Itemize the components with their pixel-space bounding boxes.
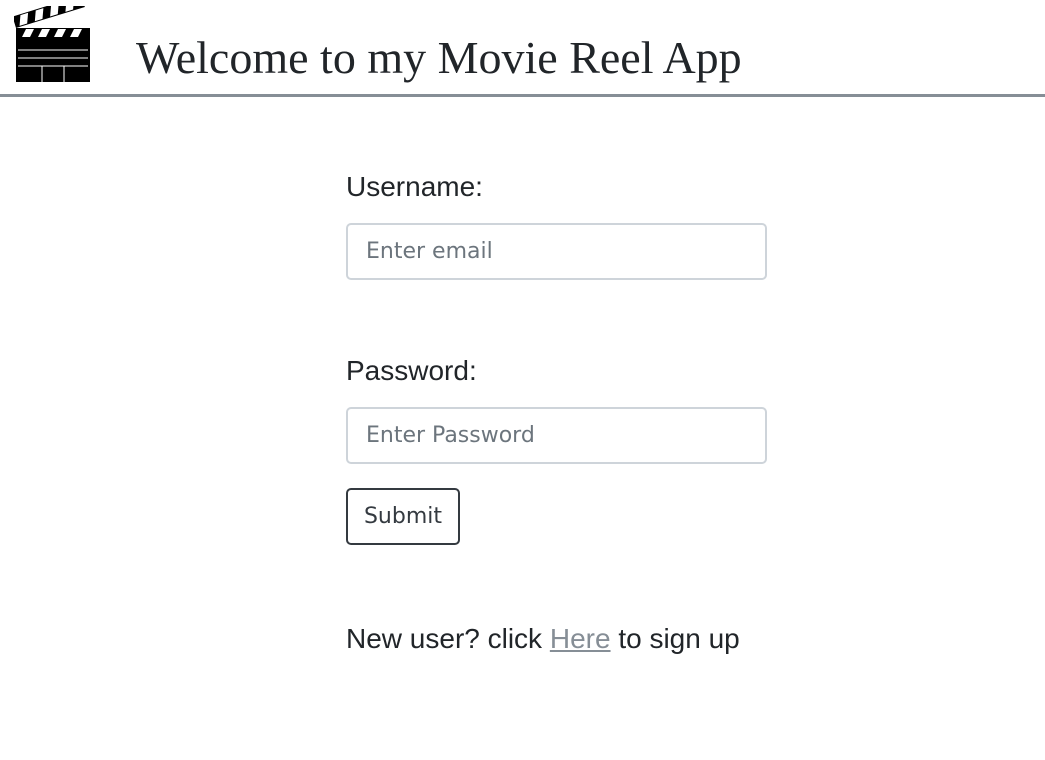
page-header: Welcome to my Movie Reel App bbox=[0, 0, 1045, 97]
clapperboard-icon bbox=[14, 6, 90, 82]
signup-suffix: to sign up bbox=[618, 623, 740, 654]
form-spacer bbox=[346, 280, 767, 352]
page-title: Welcome to my Movie Reel App bbox=[136, 32, 742, 83]
username-label: Username: bbox=[346, 171, 483, 202]
submit-button[interactable]: Submit bbox=[346, 488, 460, 545]
login-form: Username: Password: Submit New user? cli… bbox=[346, 168, 767, 658]
password-input[interactable] bbox=[346, 407, 767, 464]
signup-prompt: New user? click Here to sign up bbox=[346, 620, 767, 658]
signup-link[interactable]: Here bbox=[550, 623, 611, 654]
signup-prefix: New user? click bbox=[346, 623, 543, 654]
password-label: Password: bbox=[346, 355, 477, 386]
username-input[interactable] bbox=[346, 223, 767, 280]
